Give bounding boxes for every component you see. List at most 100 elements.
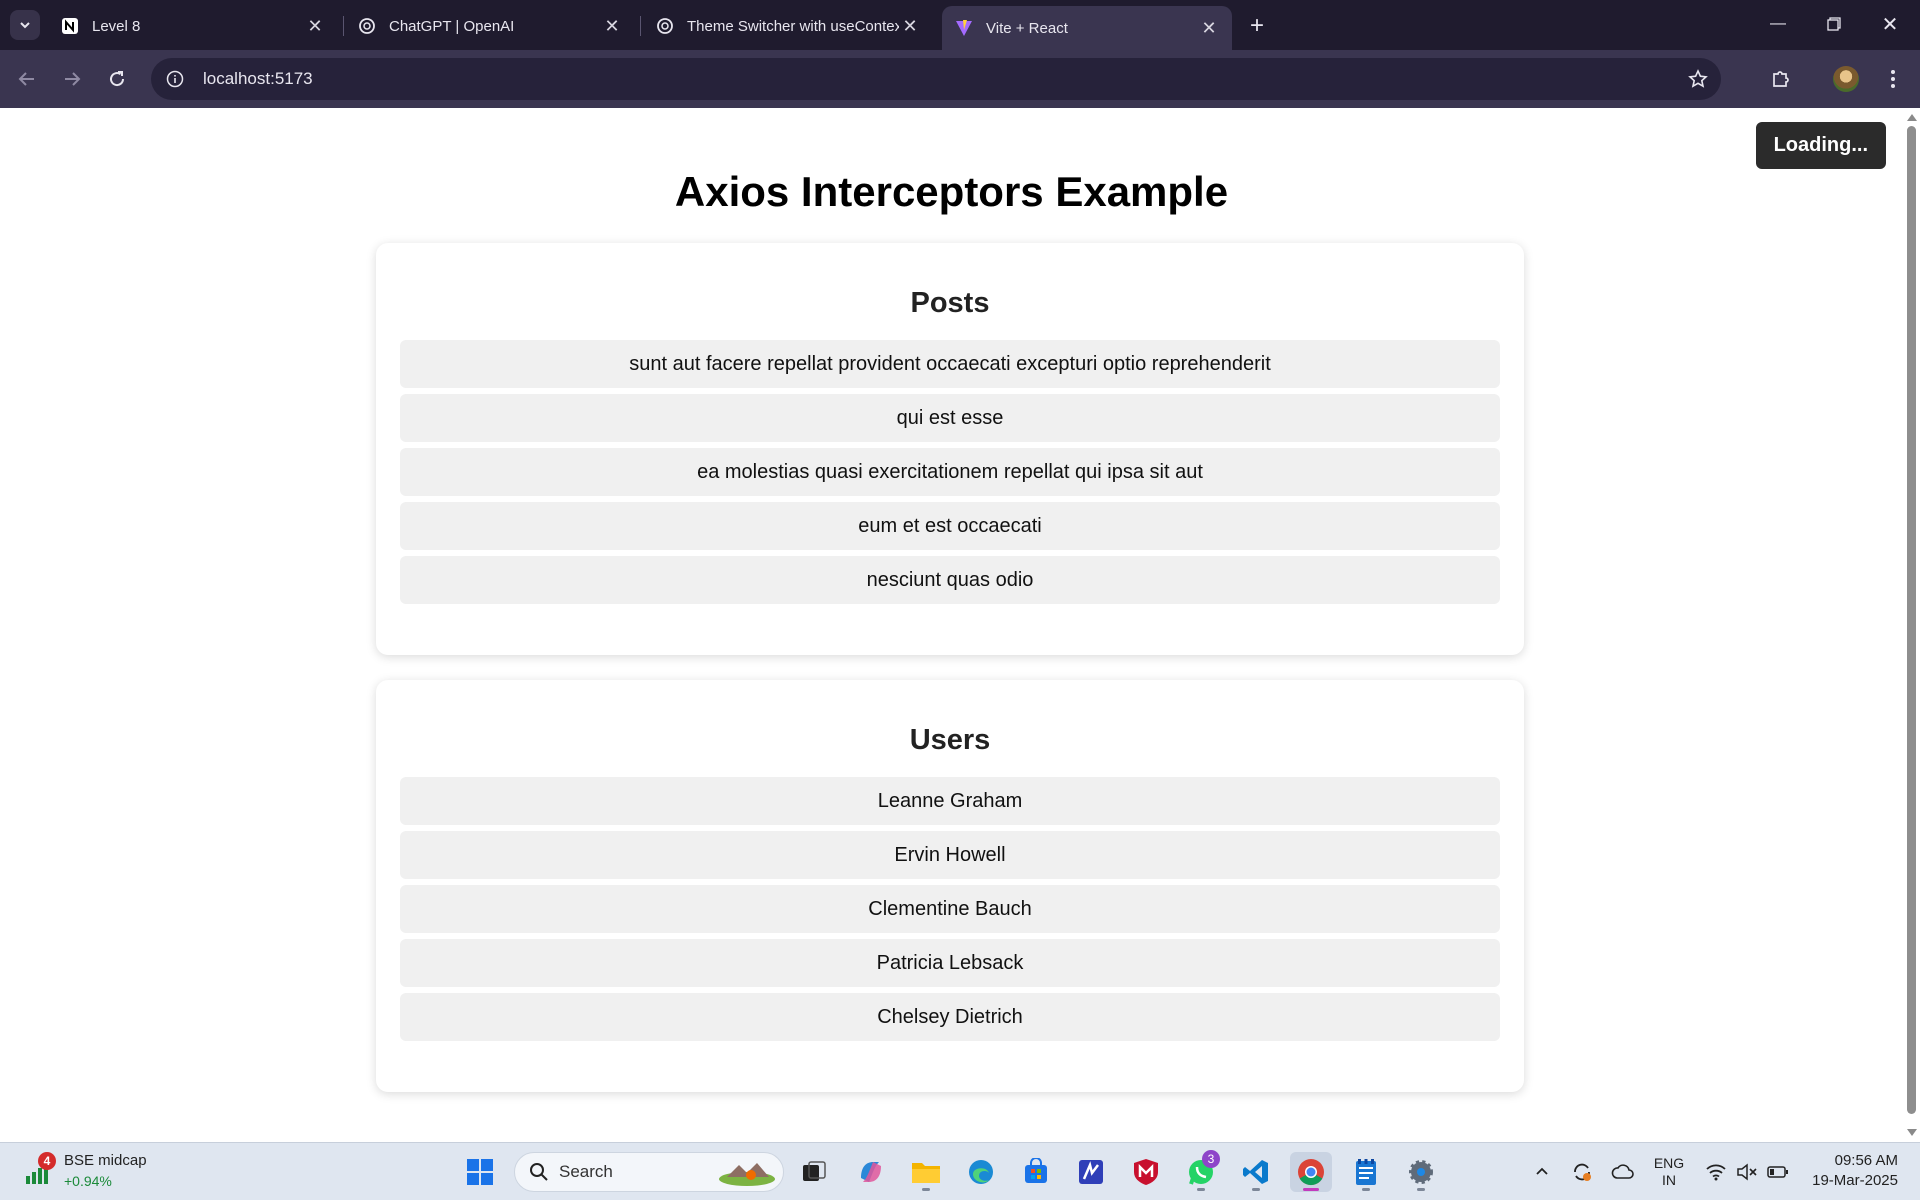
tab-separator (343, 16, 344, 36)
extensions-button[interactable] (1764, 62, 1798, 96)
sync-tray-button[interactable] (1568, 1158, 1596, 1186)
address-bar[interactable]: localhost:5173 (151, 58, 1721, 100)
wifi-tray-button[interactable] (1702, 1158, 1730, 1186)
post-item: eum et est occaecati (400, 502, 1500, 550)
chrome-app[interactable] (1290, 1152, 1332, 1192)
mcafee-app[interactable] (1125, 1152, 1167, 1192)
volume-muted-icon (1737, 1163, 1757, 1181)
scroll-up-arrow-icon[interactable] (1907, 114, 1917, 121)
windows-icon (467, 1159, 493, 1185)
forward-button[interactable] (55, 62, 89, 96)
search-highlight-icon (719, 1163, 775, 1186)
tab-theme-switcher[interactable]: Theme Switcher with useContext ✕ (643, 6, 933, 46)
gear-icon (1409, 1160, 1433, 1184)
microsoft-app-icon (1079, 1160, 1103, 1184)
running-indicator (1252, 1188, 1260, 1191)
running-indicator (1303, 1188, 1319, 1191)
user-item: Clementine Bauch (400, 885, 1500, 933)
new-tab-button[interactable]: + (1243, 12, 1271, 40)
posts-heading: Posts (910, 287, 990, 319)
file-explorer-app[interactable] (905, 1152, 947, 1192)
restore-button[interactable] (1806, 0, 1862, 48)
users-heading: Users (909, 724, 991, 756)
close-icon[interactable]: ✕ (601, 15, 623, 37)
post-item: qui est esse (400, 394, 1500, 442)
store-icon (1025, 1158, 1047, 1183)
minimize-button[interactable]: — (1750, 0, 1806, 48)
copilot-icon (861, 1162, 881, 1182)
puzzle-icon (1773, 71, 1789, 87)
vscode-app[interactable] (1235, 1152, 1277, 1192)
tab-vite-react[interactable]: Vite + React ✕ (942, 6, 1232, 50)
taskbar-search[interactable]: Search (514, 1152, 784, 1192)
volume-tray-button[interactable] (1733, 1158, 1761, 1186)
close-window-button[interactable]: ✕ (1862, 0, 1918, 48)
notification-badge: 3 (1202, 1150, 1220, 1168)
tab-chatgpt[interactable]: ChatGPT | OpenAI ✕ (345, 6, 635, 46)
scroll-down-arrow-icon[interactable] (1907, 1129, 1917, 1136)
arrow-left-icon (18, 72, 34, 86)
openai-icon (357, 16, 377, 36)
notification-badge: 4 (38, 1152, 56, 1170)
profile-button[interactable] (1829, 62, 1863, 96)
scrollbar-thumb[interactable] (1907, 126, 1916, 1114)
taskbar: 4 BSE midcap +0.94% Search 3 ENG IN 09:5… (0, 1142, 1920, 1200)
menu-button[interactable] (1876, 62, 1910, 96)
language-indicator[interactable]: ENG IN (1646, 1152, 1692, 1192)
sync-icon (1574, 1163, 1591, 1181)
copilot-app[interactable] (850, 1152, 892, 1192)
onedrive-tray-button[interactable] (1608, 1158, 1638, 1186)
ms-app[interactable] (1070, 1152, 1112, 1192)
tab-title: Vite + React (986, 19, 1068, 37)
tab-level-8[interactable]: Level 8 ✕ (48, 6, 338, 46)
vite-icon (954, 18, 974, 38)
notepad-icon (1356, 1159, 1376, 1185)
posts-list: sunt aut facere repellat provident occae… (376, 340, 1524, 604)
chrome-icon (1298, 1159, 1324, 1186)
tab-title: ChatGPT | OpenAI (389, 17, 515, 35)
stock-name: BSE midcap (64, 1152, 147, 1169)
close-icon[interactable]: ✕ (1198, 17, 1220, 39)
close-icon[interactable]: ✕ (304, 15, 326, 37)
notepad-app[interactable] (1345, 1152, 1387, 1192)
task-view-button[interactable] (793, 1152, 835, 1192)
start-button[interactable] (459, 1152, 501, 1192)
tab-search-button[interactable] (10, 10, 40, 40)
site-info-icon[interactable] (155, 58, 195, 100)
task-view-icon (803, 1161, 826, 1181)
battery-tray-button[interactable] (1764, 1158, 1792, 1186)
tab-title: Level 8 (92, 17, 141, 35)
clock-time: 09:56 AM (1834, 1152, 1898, 1169)
openai-icon (655, 16, 675, 36)
page-viewport: Loading... Axios Interceptors Example Po… (0, 108, 1903, 1142)
tab-title: Theme Switcher with useContext (687, 17, 899, 35)
system-clock[interactable]: 09:56 AM 19-Mar-2025 (1812, 1151, 1898, 1191)
user-item: Ervin Howell (400, 831, 1500, 879)
users-card: Users Leanne Graham Ervin Howell Clement… (376, 680, 1524, 1092)
search-icon (530, 1163, 548, 1181)
settings-app[interactable] (1400, 1152, 1442, 1192)
post-item: ea molestias quasi exercitationem repell… (400, 448, 1500, 496)
avatar (1833, 66, 1859, 92)
chevron-up-icon (1536, 1167, 1548, 1175)
close-icon[interactable]: ✕ (899, 15, 921, 37)
language-region: IN (1662, 1172, 1676, 1188)
stock-widget[interactable]: 4 BSE midcap +0.94% (24, 1151, 147, 1191)
reload-icon (110, 71, 125, 87)
edge-icon (969, 1160, 993, 1184)
reload-button[interactable] (100, 62, 134, 96)
edge-app[interactable] (960, 1152, 1002, 1192)
store-app[interactable] (1015, 1152, 1057, 1192)
running-indicator (922, 1188, 930, 1191)
clock-date: 19-Mar-2025 (1812, 1172, 1898, 1189)
mcafee-shield-icon (1134, 1159, 1158, 1185)
wifi-icon (1706, 1164, 1726, 1181)
search-label: Search (559, 1162, 613, 1181)
chevron-down-icon (20, 22, 30, 29)
bookmark-star-icon[interactable] (1685, 66, 1711, 92)
whatsapp-app[interactable]: 3 (1180, 1150, 1222, 1192)
stock-chart-icon: 4 (24, 1152, 56, 1186)
page-scrollbar[interactable] (1903, 108, 1920, 1142)
show-hidden-icons-button[interactable] (1530, 1158, 1554, 1186)
back-button[interactable] (10, 62, 44, 96)
